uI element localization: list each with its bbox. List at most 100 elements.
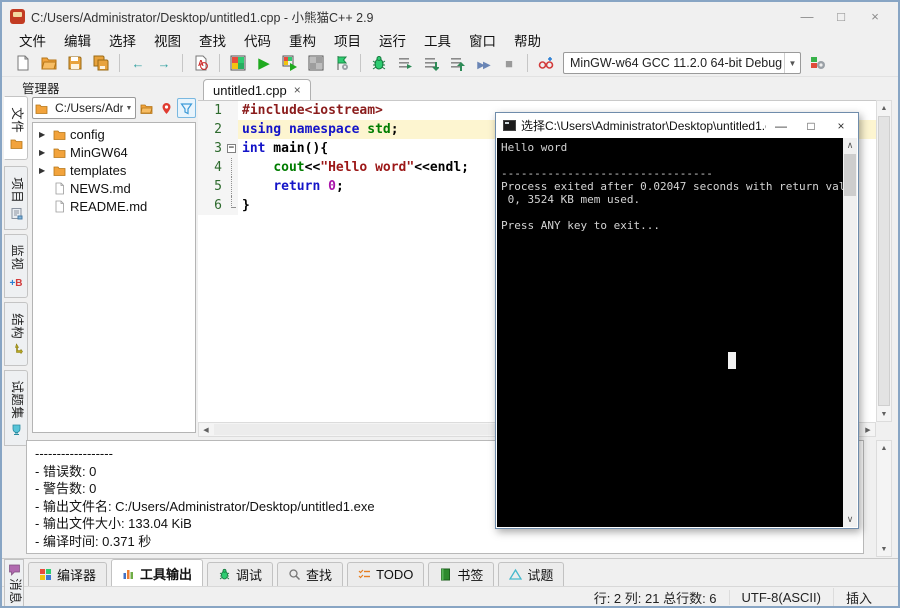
scroll-up-icon[interactable]: ▲ [877,441,891,455]
chevron-down-icon: ▼ [784,53,800,73]
step-over-button[interactable] [393,52,417,74]
expand-arrow-icon[interactable]: ▶ [39,166,51,175]
rebuild-icon [308,55,324,71]
save-button[interactable] [63,52,87,74]
rebuild-button[interactable] [304,52,328,74]
menu-item-5[interactable]: 代码 [235,29,280,51]
expand-arrow-icon[interactable]: ▶ [39,148,51,157]
scroll-up-icon[interactable]: ∧ [843,138,857,153]
forward-arrow-button[interactable]: → [152,52,176,74]
compile-button[interactable] [226,52,250,74]
tree-item-label: templates [70,163,126,178]
tree-item-label: README.md [70,199,147,214]
menu-item-10[interactable]: 窗口 [460,29,505,51]
bottom-tab-5[interactable]: 书签 [428,562,494,586]
bottom-tab-3[interactable]: 查找 [277,562,343,586]
locate-file-button[interactable] [157,98,176,118]
run-parameters-button[interactable] [330,52,354,74]
status-bar: 行: 2 列: 21 总行数: 6 UTF-8(ASCII) 插入 [2,586,898,608]
back-arrow-button[interactable]: ← [126,52,150,74]
expand-arrow-icon[interactable]: ▶ [39,130,51,139]
console-scrollbar[interactable]: ∧ ∨ [843,138,857,527]
open-file-button[interactable] [37,52,61,74]
scroll-right-icon[interactable]: ▶ [861,423,875,436]
new-file-button[interactable] [11,52,35,74]
close-tab-icon[interactable]: × [294,83,301,97]
bottom-tab-0[interactable]: 编译器 [28,562,107,586]
console-close-button[interactable]: × [826,114,856,137]
debug-button[interactable] [367,52,391,74]
menu-item-7[interactable]: 项目 [325,29,370,51]
editor-tab-untitled1[interactable]: untitled1.cpp × [203,79,311,100]
step-out-button[interactable] [445,52,469,74]
fold-collapse-icon[interactable]: − [227,144,236,153]
manager-tab-0[interactable]: 文件 [4,96,28,160]
manager-tab-1[interactable]: 项目 [4,166,28,230]
scrollbar-thumb[interactable] [878,116,890,406]
console-line-5 [501,206,839,219]
stop-button[interactable]: ■ [497,52,521,74]
minimize-button[interactable]: — [790,5,824,27]
bottom-tab-4[interactable]: TODO [347,562,424,586]
tree-item-1[interactable]: ▶ MinGW64 [33,143,195,161]
compiler-settings-button[interactable] [806,52,830,74]
scrollbar-thumb[interactable] [844,154,856,196]
tree-item-0[interactable]: ▶ config [33,125,195,143]
bookmark-tab-icon [439,568,452,581]
folder-icon [51,128,67,141]
compile-run-button[interactable] [278,52,302,74]
run-button[interactable]: ▶ [252,52,276,74]
file-icon [51,200,67,213]
menu-item-2[interactable]: 选择 [100,29,145,51]
menu-item-0[interactable]: 文件 [10,29,55,51]
continue-button[interactable]: ▶▶ [471,52,495,74]
output-vertical-scrollbar[interactable]: ▲ ▼ [876,440,892,557]
menu-item-11[interactable]: 帮助 [505,29,550,51]
console-line-0: Hello word [501,141,839,154]
tree-item-label: NEWS.md [70,181,131,196]
tree-item-4[interactable]: README.md [33,197,195,215]
open-folder-button[interactable] [137,98,156,118]
menu-item-3[interactable]: 视图 [145,29,190,51]
console-minimize-button[interactable]: — [766,114,796,137]
step-into-icon [423,55,439,71]
folder-icon [51,146,67,159]
scroll-up-icon[interactable]: ▲ [877,101,891,115]
menu-item-9[interactable]: 工具 [415,29,460,51]
bottom-tab-6[interactable]: 试题 [498,562,564,586]
close-button[interactable]: × [858,5,892,27]
file-tree: ▶ config ▶ MinGW64 ▶ templates NEWS.md [32,122,196,433]
bottom-tab-label: 试题 [527,565,553,584]
compiler-set-combobox[interactable]: MinGW-w64 GCC 11.2.0 64-bit Debug ▼ [563,52,801,74]
compiler-set-value: MinGW-w64 GCC 11.2.0 64-bit Debug [564,56,784,70]
bottom-tab-1[interactable]: 工具输出 [111,559,203,586]
messages-side-tab[interactable]: 消息 [4,559,24,608]
encoding-status[interactable]: UTF-8(ASCII) [729,590,833,605]
console-output[interactable]: Hello word -----------------------------… [497,138,843,527]
tree-item-2[interactable]: ▶ templates [33,161,195,179]
save-all-button[interactable] [89,52,113,74]
manager-tab-3[interactable]: 结构 [4,302,28,366]
editor-vertical-scrollbar[interactable]: ▲ ▼ [876,100,892,422]
check-syntax-button[interactable]: A [189,52,213,74]
menu-item-8[interactable]: 运行 [370,29,415,51]
tree-item-3[interactable]: NEWS.md [33,179,195,197]
console-title-bar[interactable]: 选择C:\Users\Administrator\Desktop\untitle… [496,113,858,138]
scroll-down-icon[interactable]: ∨ [843,512,857,527]
menu-item-6[interactable]: 重构 [280,29,325,51]
console-maximize-button[interactable]: □ [796,114,826,137]
maximize-button[interactable]: □ [824,5,858,27]
menu-item-4[interactable]: 查找 [190,29,235,51]
menu-item-1[interactable]: 编辑 [55,29,100,51]
folder-path-combobox[interactable]: C:/Users/Adr ▼ [32,97,136,119]
scroll-down-icon[interactable]: ▼ [877,407,891,421]
step-into-button[interactable] [419,52,443,74]
bottom-tab-2[interactable]: 调试 [207,562,273,586]
insert-mode-status[interactable]: 插入 [833,588,884,607]
manager-tab-2[interactable]: 监视 +B [4,234,28,298]
filter-files-button[interactable] [177,98,196,118]
add-watch-button[interactable] [534,52,558,74]
scroll-down-icon[interactable]: ▼ [877,542,891,556]
scroll-left-icon[interactable]: ◀ [199,423,213,436]
manager-tab-4[interactable]: 试题集 [4,370,28,446]
